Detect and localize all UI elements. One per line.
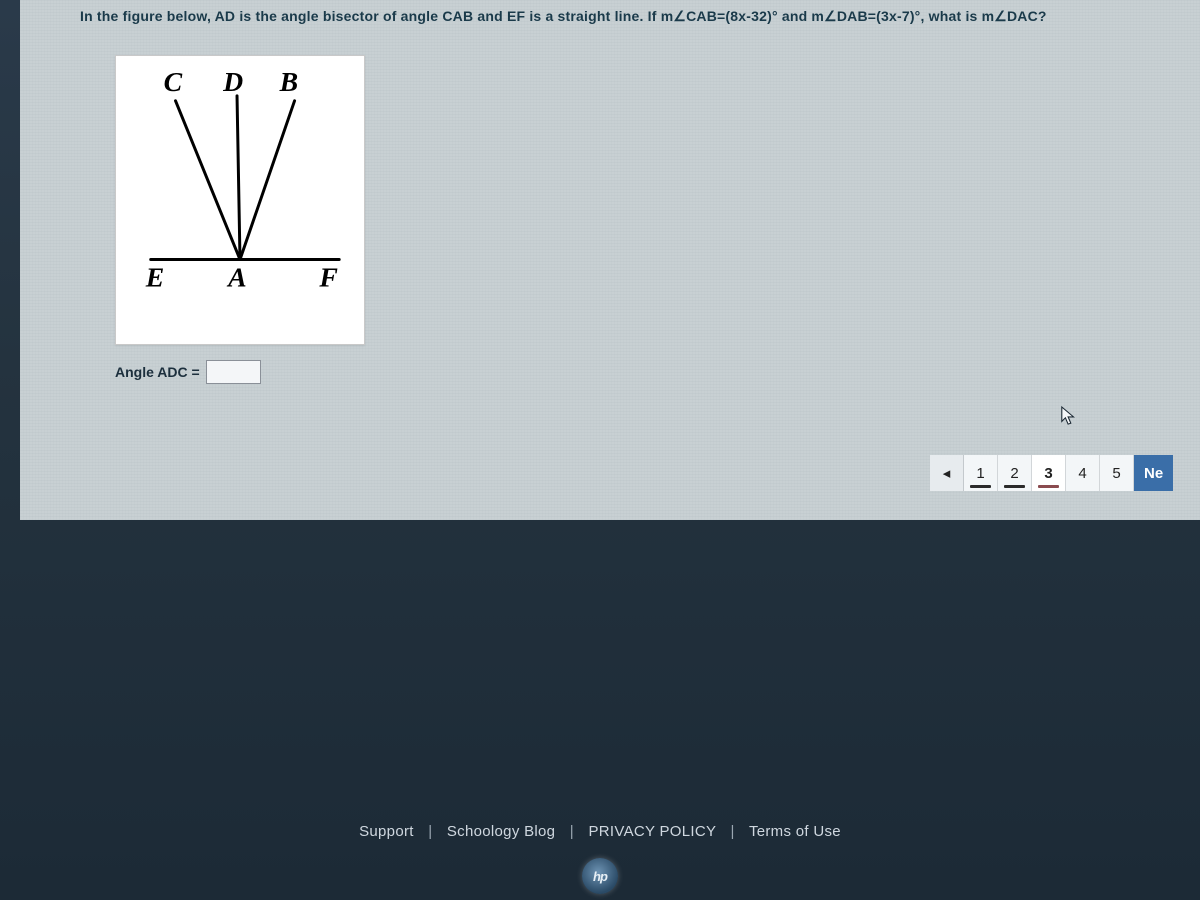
answer-row: Angle ADC = xyxy=(115,360,261,384)
cursor-icon xyxy=(1060,405,1078,427)
pager-page-5[interactable]: 5 xyxy=(1100,455,1134,491)
pager-page-label: 2 xyxy=(1010,465,1018,482)
hp-logo-icon: hp xyxy=(582,858,618,894)
footer-link-privacy[interactable]: PRIVACY POLICY xyxy=(588,823,716,840)
pager-page-label: 4 xyxy=(1078,465,1086,482)
pager-next-label: Ne xyxy=(1144,465,1163,482)
footer-link-blog[interactable]: Schoology Blog xyxy=(447,823,555,840)
chevron-left-icon: ◂ xyxy=(943,464,951,482)
pager-page-label: 5 xyxy=(1112,465,1120,482)
pager-next-button[interactable]: Ne xyxy=(1134,455,1173,491)
pager-page-3[interactable]: 3 xyxy=(1032,455,1066,491)
pager-underline xyxy=(1004,485,1025,488)
answer-input[interactable] xyxy=(206,360,261,384)
pager-page-4[interactable]: 4 xyxy=(1066,455,1100,491)
footer-separator: | xyxy=(731,823,735,840)
answer-label: Angle ADC = xyxy=(115,364,200,380)
pager-page-label: 3 xyxy=(1044,465,1052,482)
geometry-figure: C D B E A F xyxy=(115,55,365,345)
quiz-content-panel: In the figure below, AD is the angle bis… xyxy=(20,0,1200,520)
pager-page-1[interactable]: 1 xyxy=(964,455,998,491)
label-A: A xyxy=(226,262,247,293)
label-D: D xyxy=(222,67,243,98)
pager-underline xyxy=(970,485,991,488)
figure-svg: C D B E A F xyxy=(116,56,364,344)
footer-link-terms[interactable]: Terms of Use xyxy=(749,823,841,840)
hp-logo-text: hp xyxy=(593,869,607,884)
label-B: B xyxy=(279,67,299,98)
label-E: E xyxy=(145,262,165,293)
footer-links: Support | Schoology Blog | PRIVACY POLIC… xyxy=(0,823,1200,840)
footer-separator: | xyxy=(428,823,432,840)
footer-separator: | xyxy=(570,823,574,840)
pager-prev-button[interactable]: ◂ xyxy=(930,455,964,491)
pager-page-label: 1 xyxy=(976,465,984,482)
screen-surface: In the figure below, AD is the angle bis… xyxy=(0,0,1200,900)
question-prompt: In the figure below, AD is the angle bis… xyxy=(80,8,1047,25)
pager-underline xyxy=(1038,485,1059,488)
pagination-bar: ◂ 1 2 3 4 5 Ne xyxy=(930,455,1200,491)
pager-page-2[interactable]: 2 xyxy=(998,455,1032,491)
label-F: F xyxy=(318,262,338,293)
label-C: C xyxy=(164,67,183,98)
footer-link-support[interactable]: Support xyxy=(359,823,414,840)
